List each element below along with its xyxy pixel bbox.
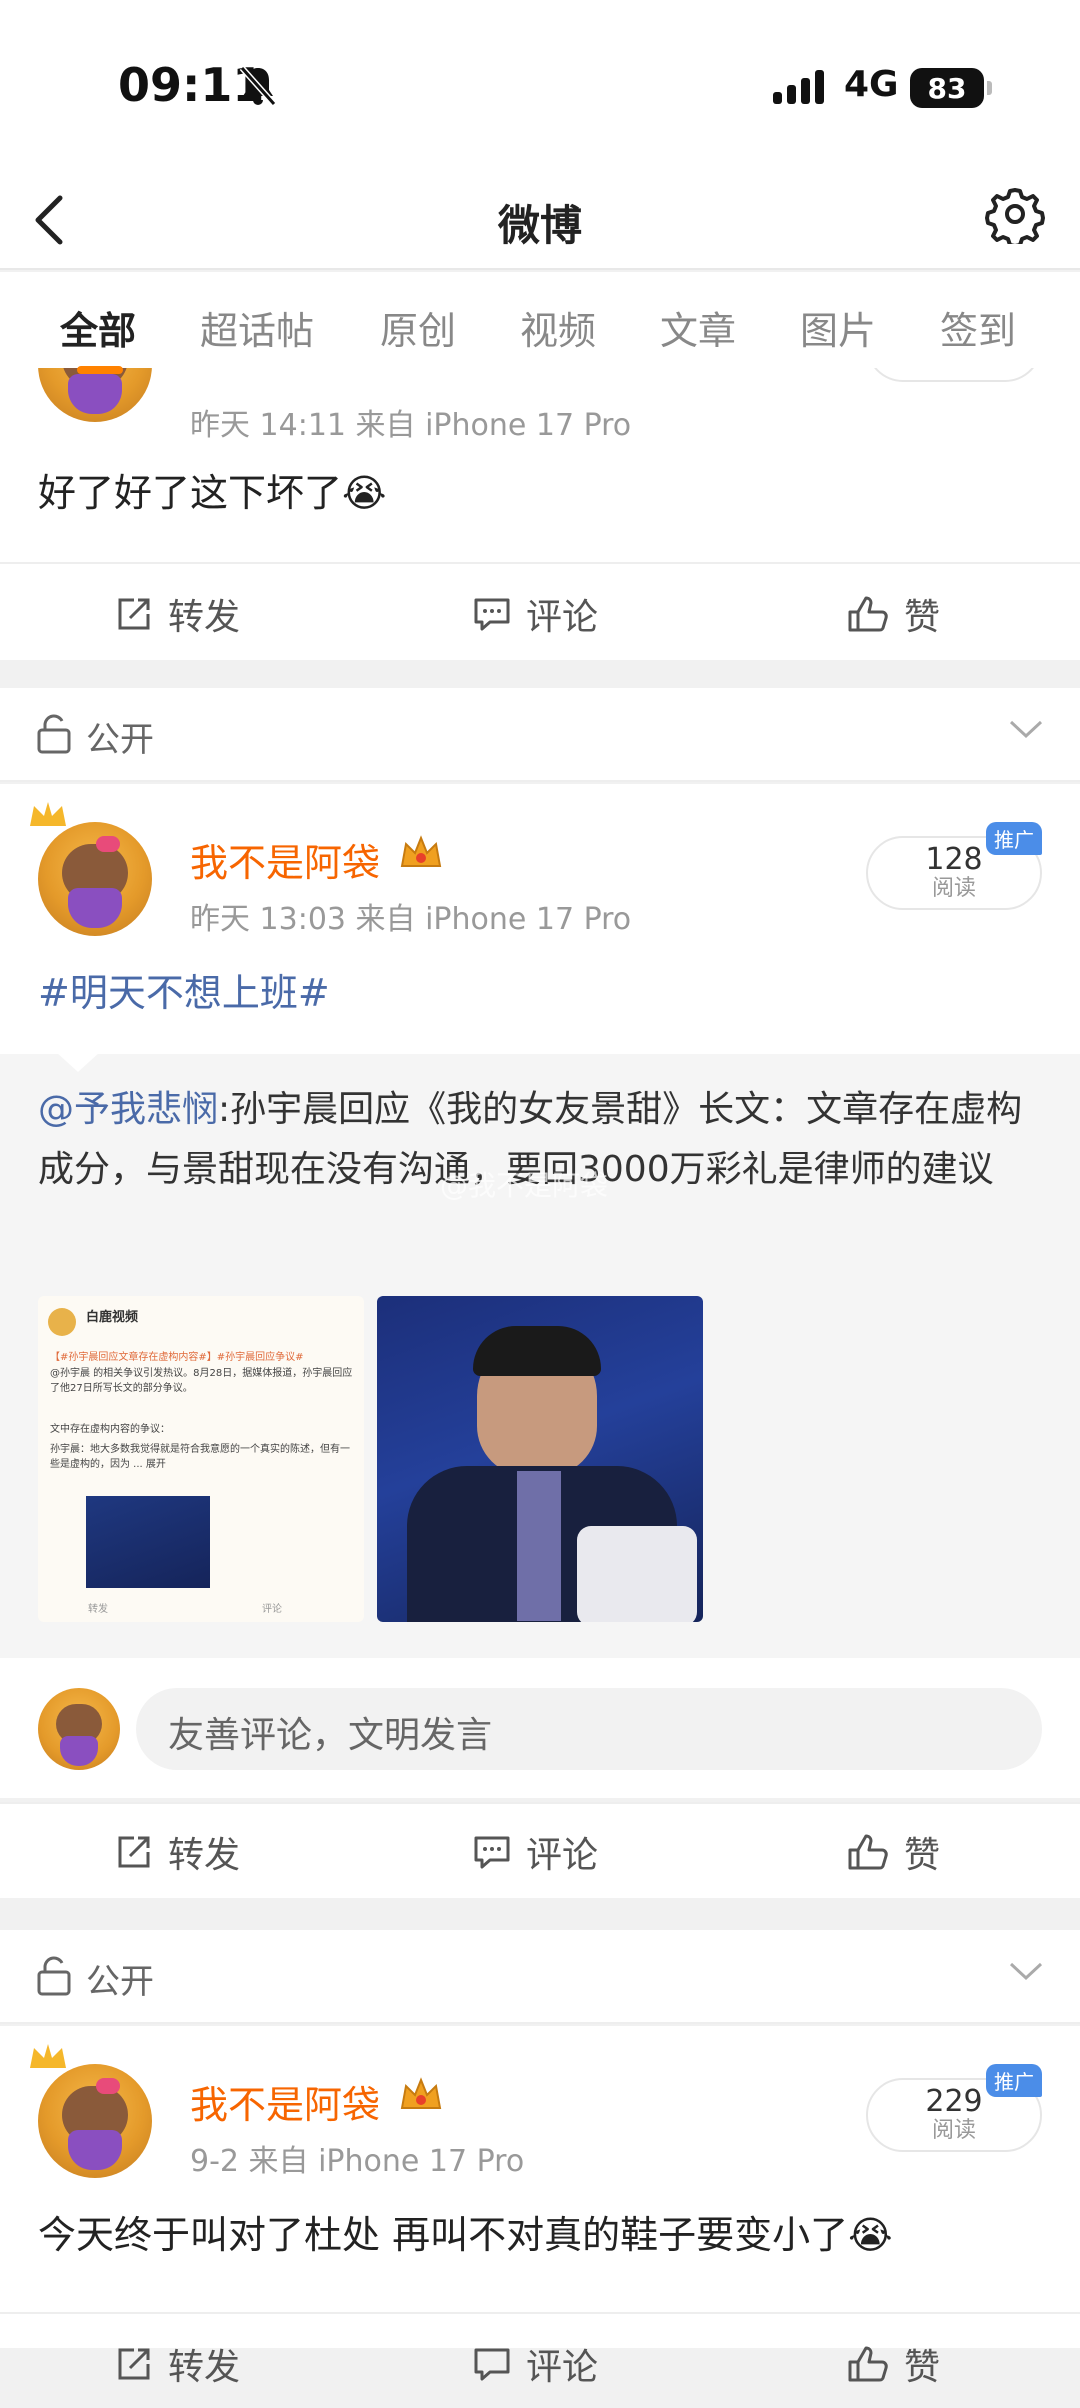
like-button[interactable]: 赞 [846,2338,940,2390]
comment-button[interactable]: 评论 [472,588,598,640]
photo-tie [517,1471,561,1621]
comment-input-row: 友善评论，文明发言 [0,1658,1080,1798]
comment-button[interactable]: 评论 [472,1826,598,1878]
thumbs-up-icon [848,2346,888,2382]
source-name: 白鹿视频 [86,1310,139,1325]
status-bar: 09:11 4G 83 [0,0,1080,170]
chevron-down-icon[interactable] [1008,718,1044,742]
like-button[interactable]: 赞 [846,588,940,640]
avatar[interactable] [38,822,152,936]
visibility-row[interactable]: 公开 [0,1930,1080,2024]
repost-button[interactable]: 转发 [114,2338,240,2390]
signal-icon [773,70,824,104]
read-count-badge: 229 阅读 推广 [866,2064,1042,2152]
tab-original[interactable]: 原创 [380,300,456,355]
crying-emoji-icon: 😭 [342,471,387,515]
promo-badge: 推广 [986,822,1042,855]
source-avatar [48,1308,76,1336]
read-count-badge: 128 阅读 推广 [866,822,1042,910]
comment-icon [474,598,510,631]
username[interactable]: 我不是阿袋 [190,2074,380,2129]
repost-icon [118,598,150,630]
tab-checkin[interactable]: 签到 [940,300,1016,355]
active-tab-indicator [77,366,123,374]
crown-icon [30,2044,66,2068]
comment-button[interactable]: 评论 [472,2338,598,2390]
visibility-row[interactable]: 公开 [0,688,1080,782]
thumb-inner-photo [86,1496,210,1588]
network-label: 4G [844,64,899,105]
post-meta: 昨天 13:03 来自 iPhone 17 Pro [190,902,632,937]
post-meta: 9-2 来自 iPhone 17 Pro [190,2144,525,2179]
topic-link[interactable]: #明天不想上班# [38,964,330,1022]
thumbs-up-icon [848,1834,888,1870]
photo-chair [577,1526,697,1622]
post-card: 昨天 14:11 来自 iPhone 17 Pro 阅读 好了好了这下坏了😭 转… [0,308,1080,660]
mention-link[interactable]: @予我悲悯 [38,1089,218,1130]
repost-pointer [56,1052,100,1072]
vip-crown-badge-icon [400,835,442,867]
thumbs-up-icon [848,596,888,632]
post-actions: 转发 评论 赞 [0,1802,1080,1898]
post-text: 今天终于叫对了杜处 再叫不对真的鞋子要变小了😭 [38,2213,893,2257]
divider [0,1802,1080,1804]
visibility-label: 公开 [86,1962,154,2002]
repost-icon [118,1836,150,1868]
mute-bell-icon [239,66,277,106]
unlock-icon [37,714,71,754]
tab-all[interactable]: 全部 [60,300,136,355]
battery-indicator: 83 [910,68,992,108]
crown-icon [30,802,66,826]
photo-hair [473,1326,601,1376]
repost-image-1[interactable]: 白鹿视频 【#孙宇晨回应文章存在虚构内容#】#孙宇晨回应争议# @孙宇晨 的相关… [38,1296,364,1622]
unlock-icon [37,1956,71,1996]
tab-video[interactable]: 视频 [520,300,596,355]
watermark: @我不是阿袋 [440,1169,609,1202]
repost-button[interactable]: 转发 [114,1826,240,1878]
filter-tabs: 全部 超话帖 原创 视频 文章 图片 签到 [0,272,1080,374]
title-bar: 微博 [0,170,1080,270]
post-text: 好了好了这下坏了😭 [38,471,387,515]
settings-gear-icon[interactable] [985,184,1045,244]
tab-article[interactable]: 文章 [660,300,736,355]
reposted-content[interactable]: @予我悲悯:孙宇晨回应《我的女友景甜》长文：文章存在虚构成分，与景甜现在没有沟通… [0,1052,1080,1658]
vip-crown-badge-icon [400,2077,442,2109]
tab-super-topic[interactable]: 超话帖 [200,300,314,355]
repost-image-2[interactable] [377,1296,703,1622]
comment-icon [474,2348,510,2381]
page-title: 微博 [497,201,582,250]
comment-input[interactable]: 友善评论，文明发言 [136,1688,1042,1770]
promo-badge: 推广 [986,2064,1042,2097]
post-card: 我不是阿袋 昨天 13:03 来自 iPhone 17 Pro 128 阅读 推… [0,784,1080,1054]
tab-picture[interactable]: 图片 [800,300,876,355]
username[interactable]: 我不是阿袋 [190,832,380,887]
comment-icon [474,1836,510,1869]
post-card: 我不是阿袋 9-2 来自 iPhone 17 Pro 229 阅读 推广 今天终… [0,2026,1080,2388]
chevron-down-icon[interactable] [1008,1960,1044,1984]
post-actions: 转发 评论 赞 [0,2312,1080,2408]
repost-icon [118,2348,150,2380]
avatar[interactable] [38,2064,152,2178]
post-actions: 转发 评论 赞 [0,562,1080,658]
crying-emoji-icon: 😭 [848,2213,893,2257]
repost-button[interactable]: 转发 [114,588,240,640]
post-meta: 昨天 14:11 来自 iPhone 17 Pro [190,408,632,443]
avatar [38,1688,120,1770]
like-button[interactable]: 赞 [846,1826,940,1878]
visibility-label: 公开 [86,720,154,760]
